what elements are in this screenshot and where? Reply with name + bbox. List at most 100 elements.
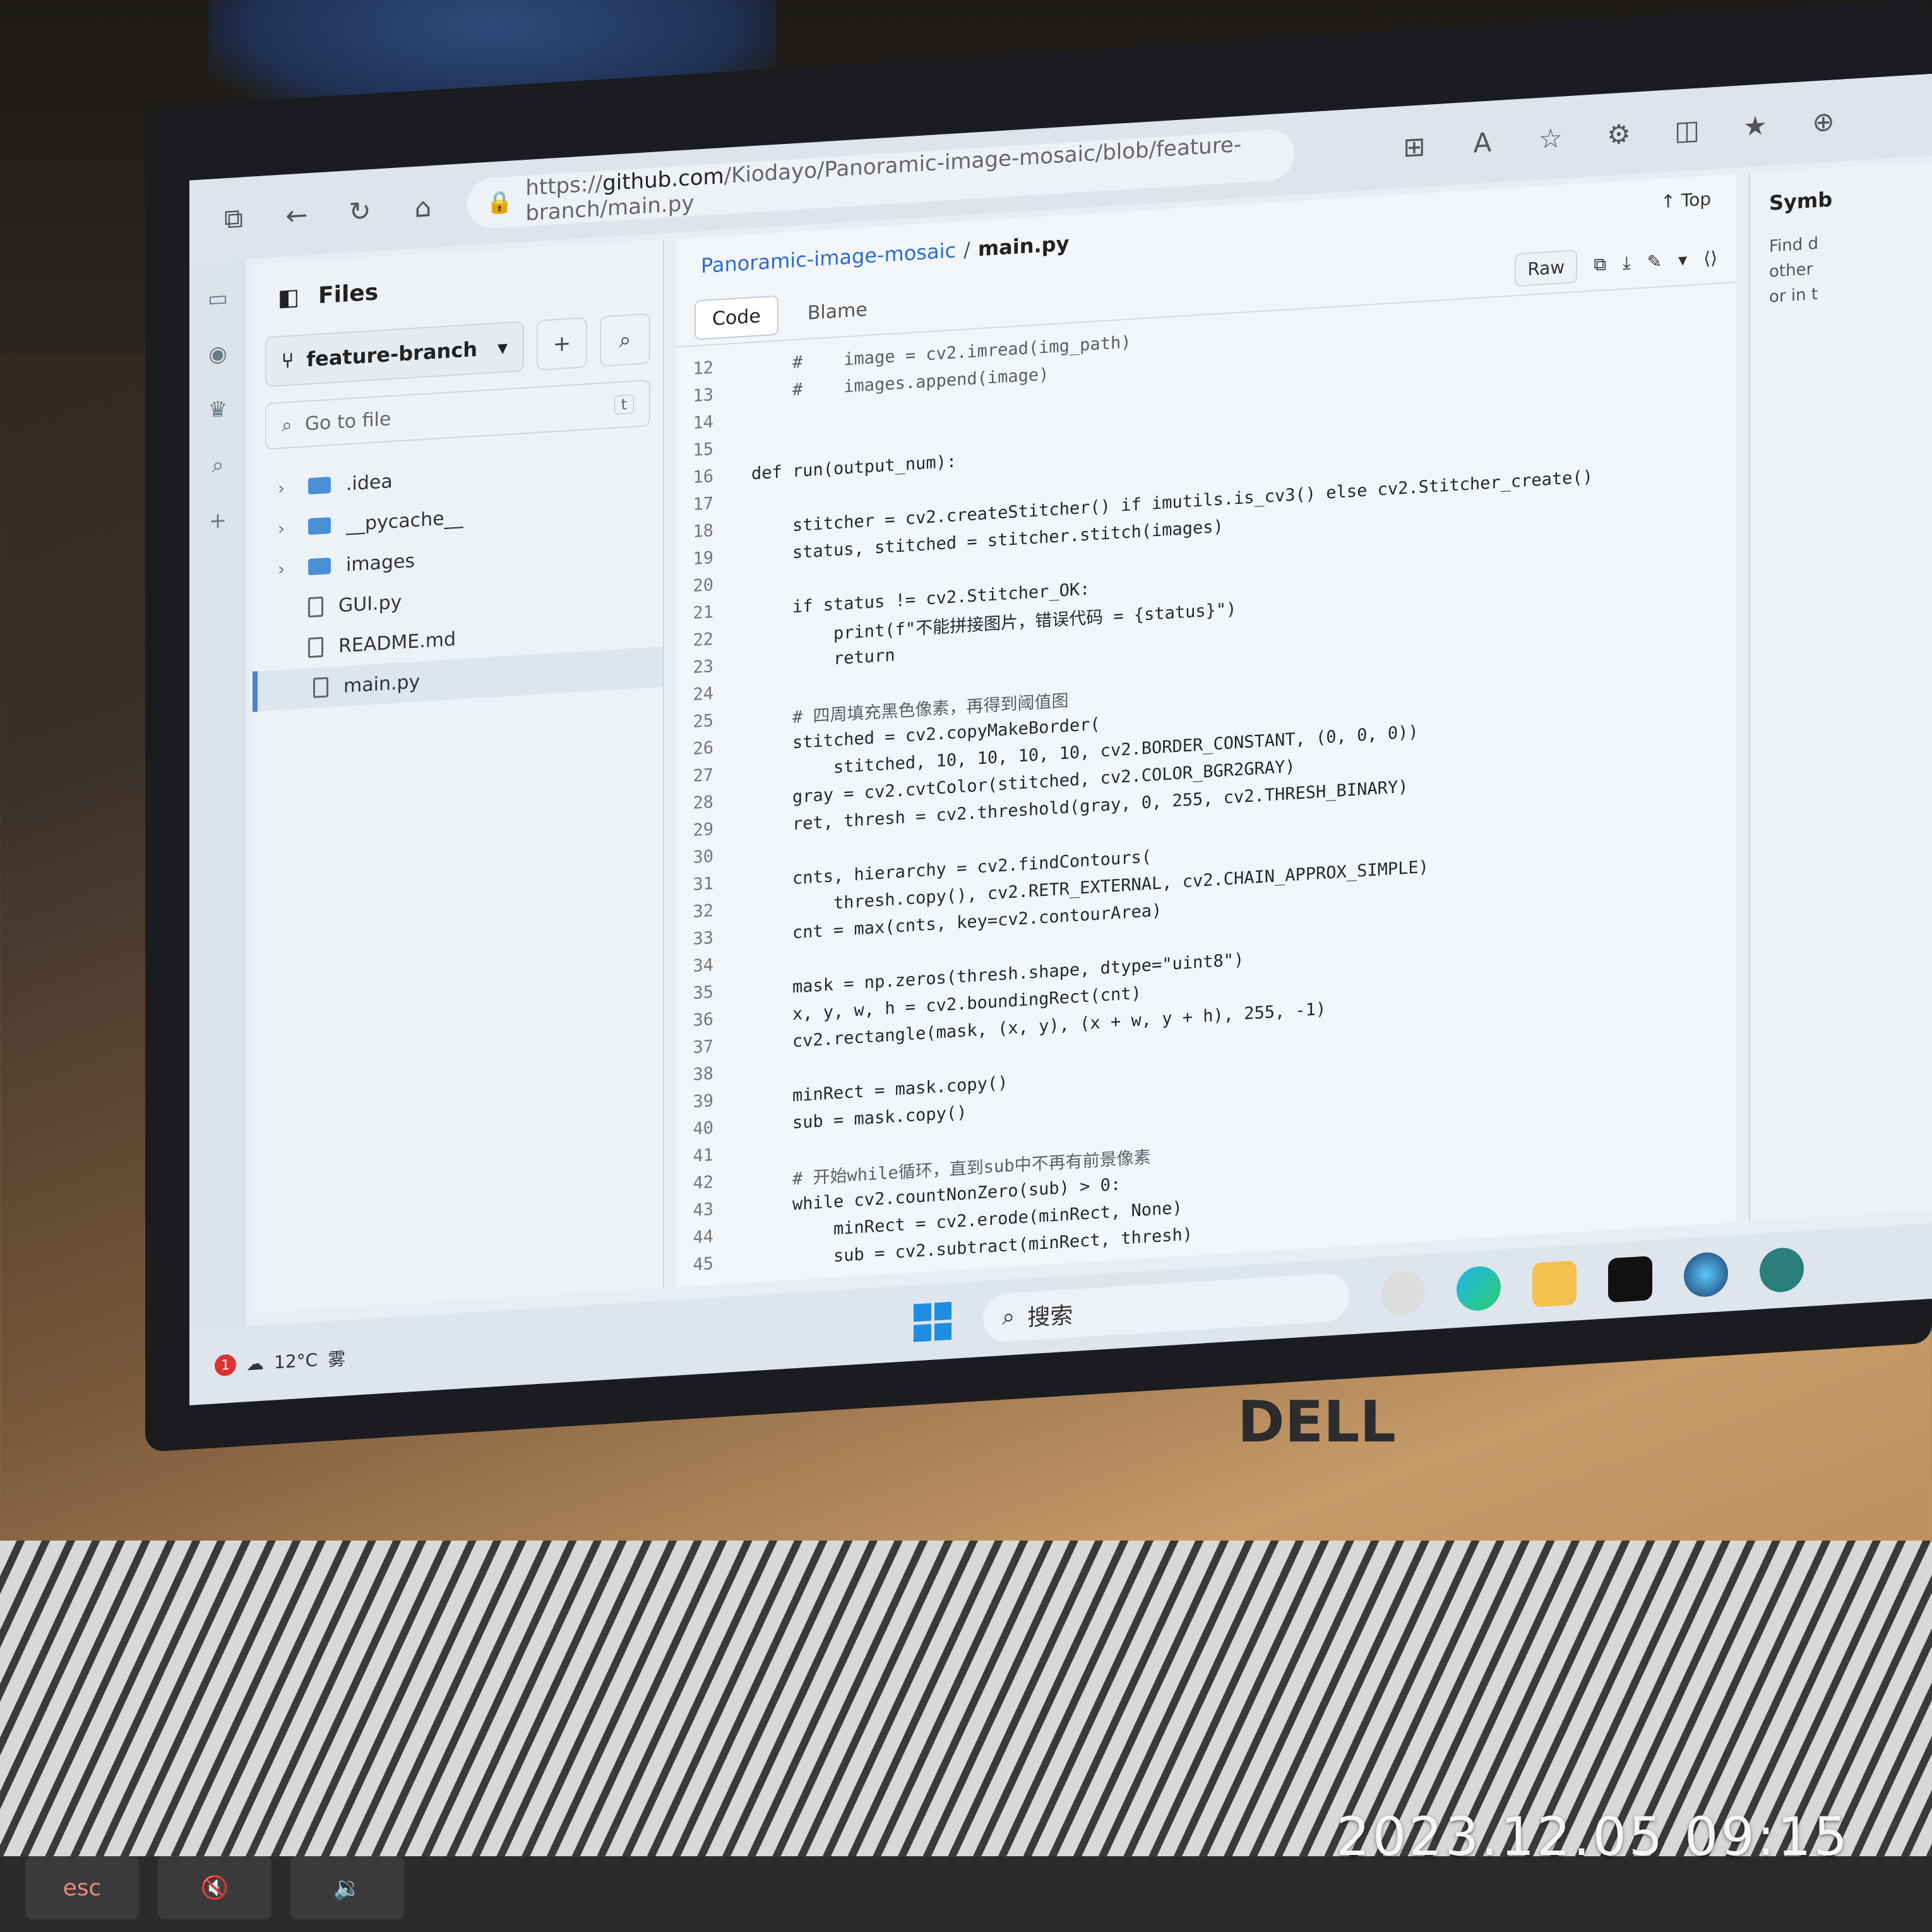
- collections-icon[interactable]: ⊕: [1804, 105, 1842, 138]
- line-number: 25: [693, 710, 713, 732]
- line-number: 40: [693, 1118, 713, 1139]
- start-button-icon[interactable]: [914, 1301, 952, 1342]
- line-number: 14: [693, 412, 713, 433]
- temperature: 12°C: [274, 1349, 318, 1373]
- notification-badge: 1: [215, 1354, 236, 1377]
- tab-code[interactable]: Code: [695, 295, 778, 340]
- weather-widget[interactable]: 1 ☁ 12°C 雾: [215, 1345, 345, 1379]
- line-number: 38: [693, 1063, 713, 1085]
- tree-item-label: GUI.py: [338, 590, 402, 617]
- cloud-icon: ☁: [246, 1352, 264, 1374]
- line-number: 23: [693, 656, 713, 677]
- lock-icon: 🔒: [486, 189, 513, 216]
- add-file-button[interactable]: +: [537, 317, 587, 371]
- home-icon[interactable]: ⌂: [404, 191, 442, 224]
- pycharm-icon[interactable]: [1608, 1255, 1653, 1303]
- chevron-right-icon: ›: [278, 517, 285, 539]
- line-number: 35: [693, 982, 713, 1003]
- code-pane: Panoramic-image-mosaic / main.py ↑ Top C…: [676, 174, 1736, 1287]
- chevron-right-icon: ›: [278, 558, 285, 580]
- line-number: 19: [693, 547, 713, 569]
- favorite-star-icon[interactable]: ☆: [1532, 122, 1570, 155]
- app-globe-icon[interactable]: [1684, 1251, 1729, 1298]
- tree-item-label: README.md: [338, 628, 456, 657]
- line-number: 28: [693, 792, 713, 813]
- download-icon[interactable]: ⤓: [1623, 252, 1630, 274]
- sidebar-app-icon[interactable]: ♛: [208, 397, 227, 423]
- read-aloud-icon[interactable]: A: [1464, 126, 1501, 159]
- symbols-description: Find d other or in t: [1769, 234, 1819, 307]
- chevron-down-icon[interactable]: ▾: [1678, 249, 1687, 270]
- line-number: 31: [693, 873, 713, 895]
- dell-logo: DELL: [1237, 1389, 1396, 1455]
- search-files-button[interactable]: ⌕: [600, 313, 650, 367]
- add-sidebar-icon[interactable]: +: [209, 508, 227, 534]
- esc-key: esc: [25, 1856, 139, 1919]
- line-number: 12: [693, 357, 713, 379]
- copilot-icon[interactable]: ◉: [208, 341, 227, 367]
- laptop-bezel: ⧉ ← ↻ ⌂ 🔒 https://github.com/Kiodayo/Pan…: [145, 0, 1932, 1453]
- tab-list-icon[interactable]: ▭: [208, 285, 228, 312]
- line-number: 44: [693, 1226, 713, 1248]
- photo-timestamp: 2023.12.05 09:15: [1336, 1806, 1850, 1868]
- go-to-file-input[interactable]: ⌕ Go to file t: [265, 379, 650, 450]
- top-link[interactable]: ↑ Top: [1661, 188, 1711, 212]
- refresh-icon[interactable]: ↻: [341, 194, 379, 228]
- dell-app-icon[interactable]: [1381, 1270, 1426, 1317]
- shortcut-key: t: [614, 394, 634, 415]
- breadcrumb-file: main.py: [977, 231, 1070, 261]
- folder-icon: [308, 477, 331, 495]
- line-number: 45: [693, 1253, 713, 1275]
- tree-item-label: .idea: [346, 470, 393, 496]
- folder-icon: [308, 558, 331, 576]
- file-icon: [308, 636, 323, 659]
- branch-selector[interactable]: ⑂ feature-branch ▾: [265, 321, 524, 388]
- line-number: 26: [693, 737, 713, 759]
- copy-icon[interactable]: ⧉: [1594, 253, 1606, 275]
- search-icon: ⌕: [282, 414, 292, 437]
- code-view: 12 # image = cv2.imread(img_path) 13 # im…: [676, 283, 1736, 1280]
- line-number: 13: [693, 385, 713, 406]
- split-screen-icon[interactable]: ◫: [1668, 113, 1706, 146]
- edit-pencil-icon[interactable]: ✎: [1647, 251, 1662, 272]
- line-number: 37: [693, 1036, 713, 1058]
- file-actions: Raw ⧉ ⤓ ✎ ▾ ⟨⟩: [1515, 239, 1736, 287]
- edge-browser-icon[interactable]: [1457, 1265, 1501, 1312]
- line-number: 29: [693, 819, 713, 840]
- line-number: 17: [693, 493, 713, 515]
- raw-button[interactable]: Raw: [1515, 249, 1578, 287]
- line-number: 24: [693, 683, 713, 705]
- line-number: 39: [693, 1090, 713, 1112]
- laptop-screen: ⧉ ← ↻ ⌂ 🔒 https://github.com/Kiodayo/Pan…: [189, 73, 1932, 1405]
- symbols-toggle-icon[interactable]: ⟨⟩: [1703, 247, 1717, 268]
- line-number: 36: [693, 1009, 713, 1030]
- back-icon[interactable]: ←: [278, 198, 316, 232]
- breadcrumb-repo-link[interactable]: Panoramic-image-mosaic: [701, 238, 956, 278]
- files-title: Files: [318, 278, 379, 309]
- favorites-icon[interactable]: ★: [1736, 109, 1774, 143]
- top-link-label: Top: [1681, 188, 1711, 212]
- app-round-icon[interactable]: [1760, 1246, 1804, 1294]
- tab-blame[interactable]: Blame: [791, 290, 884, 333]
- line-number: 16: [693, 466, 713, 487]
- taskbar-search[interactable]: ⌕ 搜索: [983, 1272, 1350, 1343]
- breadcrumb-separator: /: [963, 237, 970, 262]
- weather-condition: 雾: [328, 1348, 346, 1371]
- extension-icon[interactable]: ⚙: [1600, 117, 1638, 151]
- go-to-file-placeholder: Go to file: [304, 407, 391, 436]
- folder-icon: [308, 517, 331, 535]
- line-number: 21: [693, 602, 713, 623]
- tree-item-label: __pycache__: [346, 506, 463, 536]
- tab-actions-icon[interactable]: ⧉: [215, 202, 253, 236]
- file-explorer-icon[interactable]: [1532, 1260, 1577, 1308]
- line-number: 32: [693, 900, 713, 922]
- panel-toggle-icon[interactable]: ◧: [278, 284, 299, 311]
- taskbar-search-label: 搜索: [1027, 1303, 1073, 1332]
- app-available-icon[interactable]: ⊞: [1395, 130, 1433, 164]
- file-icon: [313, 677, 328, 698]
- branch-name: feature-branch: [306, 337, 478, 372]
- line-number: 27: [693, 765, 713, 786]
- file-icon: [308, 596, 323, 618]
- url-host: github.com: [602, 163, 724, 196]
- search-sidebar-icon[interactable]: ⌕: [212, 452, 224, 478]
